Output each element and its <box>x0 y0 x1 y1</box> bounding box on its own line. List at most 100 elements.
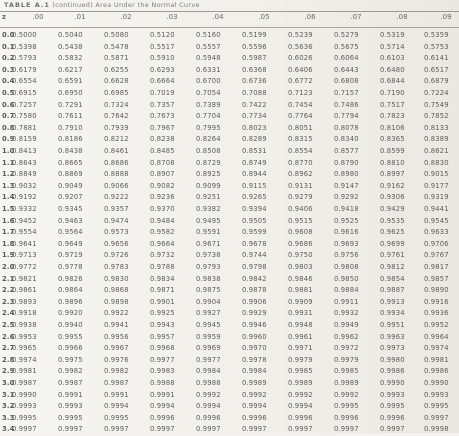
area-value-cell: 0.6255 <box>104 65 129 74</box>
area-value-cell: 0.7611 <box>58 112 83 121</box>
table-row: 2.0 0.9772 0.9778 0.9783 0.9788 0.9793 0.9798 0… <box>0 263 459 274</box>
area-value-cell: 0.8531 <box>242 147 267 155</box>
area-value-cell: 0.9922 <box>104 309 129 318</box>
area-value-cell: 0.9951 <box>380 321 405 329</box>
area-value-cell: 0.9608 <box>288 228 313 237</box>
area-value-cell: 0.9564 <box>58 228 83 237</box>
area-value-cell: 0.9916 <box>424 297 449 306</box>
area-value-cell: 0.6179 <box>12 65 37 74</box>
area-value-cell: 0.9978 <box>242 355 267 364</box>
area-value-cell: 0.9979 <box>288 355 313 364</box>
area-value-cell: 0.5753 <box>424 42 449 51</box>
area-value-cell: 0.9495 <box>196 216 221 225</box>
area-value-cell: 0.5279 <box>334 31 359 39</box>
area-value-cell: 0.9793 <box>196 263 221 271</box>
area-value-cell: 0.6700 <box>196 77 221 86</box>
area-value-cell: 0.9997 <box>242 425 267 434</box>
area-value-cell: 0.6103 <box>380 54 405 63</box>
area-value-cell: 0.9995 <box>58 413 83 422</box>
table-row: 0.3 0.6179 0.6217 0.6255 0.6293 0.6331 0.6368 0… <box>0 66 459 77</box>
table-row: 1.8 0.9641 0.9649 0.9656 0.9664 0.9671 0.9678 0… <box>0 240 459 251</box>
area-value-cell: 0.9996 <box>196 413 221 422</box>
area-value-cell: 0.6406 <box>288 65 313 74</box>
area-value-cell: 0.7123 <box>288 89 313 97</box>
area-value-cell: 0.5199 <box>242 31 267 39</box>
header-col: .00 <box>32 13 44 21</box>
area-value-cell: 0.9463 <box>58 216 83 225</box>
area-value-cell: 0.9279 <box>288 193 313 202</box>
area-value-cell: 0.9992 <box>288 390 313 399</box>
area-value-cell: 0.9292 <box>334 193 359 202</box>
area-value-cell: 0.6628 <box>104 77 129 86</box>
area-value-cell: 0.9871 <box>150 286 175 295</box>
area-value-cell: 0.7549 <box>424 100 449 109</box>
area-value-cell: 0.9633 <box>424 228 449 237</box>
area-value-cell: 0.6443 <box>334 65 359 74</box>
area-value-cell: 0.5398 <box>12 42 37 51</box>
table-row: 2.9 0.9981 0.9982 0.9982 0.9983 0.9984 0.9984 0… <box>0 367 459 378</box>
area-value-cell: 0.8212 <box>104 135 129 144</box>
area-value-cell: 0.9656 <box>104 239 129 248</box>
area-value-cell: 0.9985 <box>288 367 313 376</box>
area-value-cell: 0.8599 <box>380 147 405 155</box>
header-col: .07 <box>350 13 362 21</box>
table-row: 3.4 0.9997 0.9997 0.9997 0.9997 0.9997 0.9997 0… <box>0 425 459 436</box>
table-row: 2.7 0.9965 0.9966 0.9967 0.9968 0.9969 0.9970 0… <box>0 344 459 355</box>
table-row: 0.1 0.5398 0.5438 0.5478 0.5517 0.5557 0.5596 0… <box>0 43 459 54</box>
area-value-cell: 0.9535 <box>380 216 405 225</box>
header-col: .06 <box>304 13 316 21</box>
table-row: 1.0 0.8413 0.8438 0.8461 0.8485 0.8508 0.8531 0… <box>0 147 459 158</box>
area-value-cell: 0.9972 <box>334 344 359 353</box>
area-value-cell: 0.9997 <box>424 413 449 422</box>
area-value-cell: 0.9982 <box>104 367 129 376</box>
table-row: 0.5 0.6915 0.6950 0.6985 0.7019 0.7054 0.7088 0… <box>0 89 459 100</box>
area-value-cell: 0.5517 <box>150 42 175 51</box>
area-value-cell: 0.9370 <box>150 205 175 213</box>
area-value-cell: 0.5478 <box>104 42 129 51</box>
header-col: .08 <box>396 13 408 21</box>
area-value-cell: 0.5714 <box>380 42 405 51</box>
area-value-cell: 0.7157 <box>334 89 359 97</box>
area-value-cell: 0.9976 <box>104 355 129 364</box>
area-value-cell: 0.8413 <box>12 147 37 155</box>
area-value-cell: 0.9192 <box>12 193 37 202</box>
area-value-cell: 0.7881 <box>12 123 37 132</box>
area-value-cell: 0.8461 <box>104 147 129 155</box>
area-value-cell: 0.5987 <box>242 54 267 63</box>
table-row: 2.5 0.9938 0.9940 0.9941 0.9943 0.9945 0.9946 0… <box>0 321 459 332</box>
area-value-cell: 0.8340 <box>334 135 359 144</box>
area-value-cell: 0.7019 <box>150 89 175 97</box>
table-row: 0.6 0.7257 0.7291 0.7324 0.7357 0.7389 0.7422 0… <box>0 101 459 112</box>
top-rule <box>0 11 459 12</box>
area-value-cell: 0.5793 <box>12 54 37 63</box>
area-value-cell: 0.7939 <box>104 123 129 132</box>
area-value-cell: 0.5160 <box>196 31 221 39</box>
area-value-cell: 0.9452 <box>12 216 37 225</box>
area-value-cell: 0.9798 <box>242 263 267 271</box>
area-value-cell: 0.9441 <box>424 205 449 213</box>
area-value-cell: 0.9994 <box>150 402 175 411</box>
area-value-cell: 0.9988 <box>150 379 175 387</box>
area-value-cell: 0.9927 <box>196 309 221 318</box>
area-value-cell: 0.5040 <box>58 31 83 39</box>
area-value-cell: 0.9996 <box>288 413 313 422</box>
area-value-cell: 0.9973 <box>380 344 405 353</box>
area-value-cell: 0.8665 <box>58 158 83 167</box>
area-value-cell: 0.9994 <box>242 402 267 411</box>
area-value-cell: 0.9881 <box>288 286 313 295</box>
area-value-cell: 0.5832 <box>58 54 83 63</box>
area-value-cell: 0.9015 <box>424 170 449 179</box>
table-caption: TABLE A.1 (continued) Area Under the Nor… <box>4 1 200 11</box>
area-value-cell: 0.9332 <box>12 205 37 213</box>
area-value-cell: 0.9989 <box>242 379 267 387</box>
area-value-cell: 0.9997 <box>104 425 129 434</box>
area-value-cell: 0.9738 <box>196 251 221 260</box>
area-value-cell: 0.9964 <box>424 332 449 341</box>
area-value-cell: 0.9934 <box>380 309 405 318</box>
area-value-cell: 0.9484 <box>150 216 175 225</box>
area-value-cell: 0.9678 <box>242 239 267 248</box>
area-value-cell: 0.7324 <box>104 100 129 109</box>
area-value-cell: 0.9991 <box>150 390 175 399</box>
area-value-cell: 0.9554 <box>12 228 37 237</box>
area-value-cell: 0.9808 <box>334 263 359 271</box>
